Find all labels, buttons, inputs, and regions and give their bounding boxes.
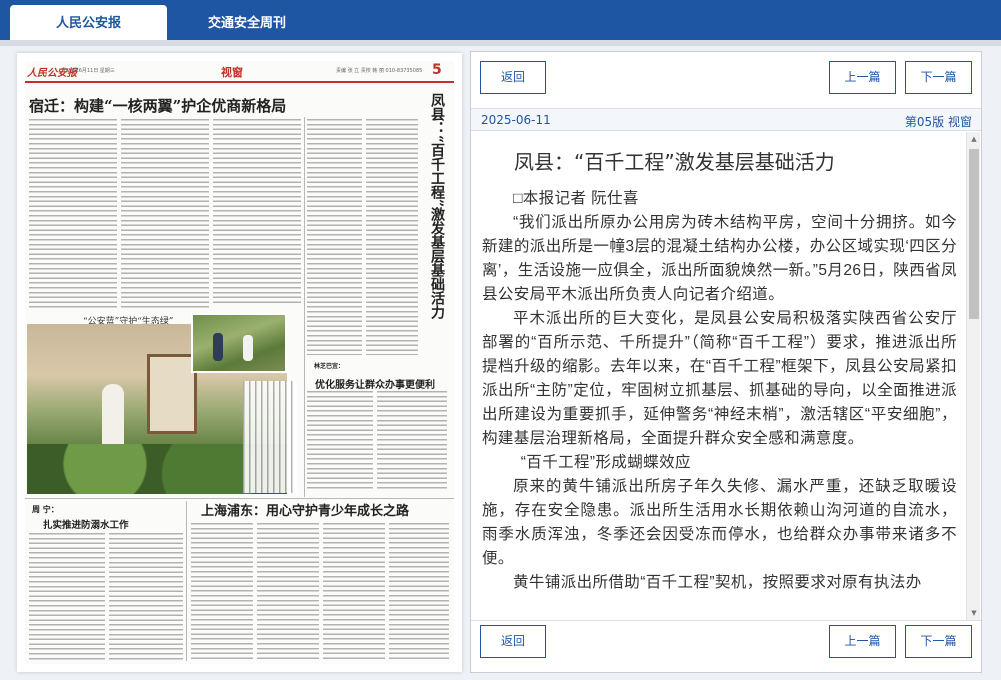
text-column — [29, 533, 105, 661]
previous-article-button[interactable]: 上一篇 — [829, 61, 896, 94]
text-column — [121, 119, 209, 309]
article-byline: □本报记者 阮仕喜 — [513, 190, 639, 207]
article-link-zhouning[interactable]: 扎实推进防溺水工作 — [43, 517, 129, 531]
article-paragraph: 原来的黄牛铺派出所房子年久失修、漏水严重，还缺乏取暖设施，存在安全隐患。派出所生… — [482, 478, 957, 567]
top-tab-bar: 人民公安报 交通安全周刊 — [0, 0, 1001, 40]
tab-jiaotong-anquan-zhoukan[interactable]: 交通安全周刊 — [182, 5, 312, 40]
photo-officer — [213, 333, 223, 361]
text-column — [109, 533, 183, 661]
article-subheading: “百千工程”形成蝴蝶效应 — [520, 454, 691, 471]
newspaper-section: 视窗 — [221, 66, 243, 79]
next-article-button-bottom[interactable]: 下一篇 — [905, 625, 972, 658]
section-rule — [25, 498, 454, 499]
photo-door — [147, 354, 197, 434]
tab-renmin-gonganbao[interactable]: 人民公安报 — [10, 5, 167, 40]
back-button-bottom[interactable]: 返回 — [480, 625, 546, 658]
article-paragraph: 平木派出所的巨大变化，是凤县公安局积极落实陕西省公安厅部署的“百所示范、千所提升… — [482, 310, 957, 447]
newspaper-page-frame: 人民公安报 2025年6月11日 星期三 视窗 责编 张 立 责校 韩 丽 01… — [17, 53, 462, 672]
scroll-up-icon[interactable]: ▲ — [967, 132, 981, 146]
text-column — [323, 523, 385, 661]
text-column — [213, 119, 301, 305]
article-link-suqian[interactable]: 宿迁：构建“一核两翼”护企优商新格局 — [29, 95, 286, 116]
article-title: 凤县：“百千工程”激发基层基础活力 — [514, 150, 835, 174]
text-column — [191, 523, 253, 661]
article-link-linzhi-kicker[interactable]: 林芝巴宜： — [314, 361, 344, 370]
scroll-down-icon[interactable]: ▼ — [967, 606, 981, 620]
newspaper-date: 2025年6月11日 星期三 — [61, 68, 115, 74]
newspaper-inset-photo — [191, 313, 287, 373]
text-column — [29, 119, 117, 309]
column-rule — [304, 117, 305, 497]
photo-caption-block — [243, 381, 297, 493]
article-paragraph: “我们派出所原办公用房为砖木结构平房，空间十分拥挤。如今新建的派出所是一幢3层的… — [482, 214, 957, 303]
text-column — [389, 523, 449, 661]
article-link-zhouning-kicker[interactable]: 周 宁： — [32, 504, 59, 515]
article-paragraph: 黄牛铺派出所借助“百千工程”契机，按照要求对原有执法办 — [513, 574, 922, 591]
previous-article-button-bottom[interactable]: 上一篇 — [829, 625, 896, 658]
column-rule — [186, 501, 187, 661]
text-column — [307, 391, 373, 491]
photo-person — [243, 335, 253, 361]
article-content: 凤县：“百千工程”激发基层基础活力 □本报记者 阮仕喜 “我们派出所原办公用房为… — [482, 146, 957, 595]
newspaper-editors: 责编 张 立 责校 韩 丽 010-83735085 — [336, 68, 423, 74]
next-article-button[interactable]: 下一篇 — [905, 61, 972, 94]
article-link-shanghai-pudong[interactable]: 上海浦东：用心守护青少年成长之路 — [201, 500, 409, 519]
article-link-fengxian[interactable]: 凤县：“百千工程”激发基层基础活力 — [421, 93, 445, 319]
scrollbar-thumb[interactable] — [969, 149, 979, 319]
article-info-bar: 2025-06-11 第05版 视窗 — [471, 108, 981, 131]
newspaper-masthead: 人民公安报 2025年6月11日 星期三 视窗 责编 张 立 责校 韩 丽 01… — [25, 61, 454, 83]
text-column — [377, 391, 447, 491]
newspaper-page-number: 5 — [432, 62, 442, 78]
article-scroll-area[interactable]: 凤县：“百千工程”激发基层基础活力 □本报记者 阮仕喜 “我们派出所原办公用房为… — [471, 132, 981, 620]
back-button[interactable]: 返回 — [480, 61, 546, 94]
article-reader-panel: 返回 上一篇 下一篇 2025-06-11 第05版 视窗 凤县：“百千工程”激… — [470, 51, 982, 673]
text-column — [257, 523, 319, 661]
tab-bar-divider — [0, 40, 1001, 46]
article-link-linzhi[interactable]: 优化服务让群众办事更便利 — [315, 376, 435, 391]
newspaper-page[interactable]: 人民公安报 2025年6月11日 星期三 视窗 责编 张 立 责校 韩 丽 01… — [25, 61, 454, 664]
text-column — [307, 119, 362, 355]
text-column — [366, 119, 418, 355]
article-date: 2025-06-11 — [481, 113, 551, 127]
article-scrollbar[interactable]: ▲ ▼ — [966, 132, 980, 620]
article-edition[interactable]: 第05版 视窗 — [905, 113, 972, 130]
